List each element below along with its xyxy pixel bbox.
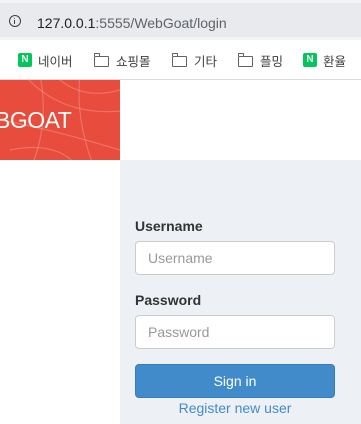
bookmark-folder-programming[interactable]: 플밍 bbox=[237, 51, 284, 69]
sign-in-button[interactable]: Sign in bbox=[135, 364, 335, 398]
bookmark-folder-shopping[interactable]: 쇼핑몰 bbox=[93, 51, 151, 69]
username-label: Username bbox=[135, 218, 203, 234]
browser-address-bar: 127.0.0.1:5555/WebGoat/login bbox=[0, 0, 361, 40]
folder-icon bbox=[237, 52, 253, 67]
bookmark-label: 플밍 bbox=[260, 54, 284, 69]
bookmark-exchange-rate[interactable]: N 환율 bbox=[303, 51, 346, 69]
bookmark-label: 기타 bbox=[194, 54, 218, 69]
folder-icon bbox=[93, 52, 109, 67]
bookmarks-bar: N 네이버 쇼핑몰 기타 플밍 N 환율 bbox=[0, 40, 361, 80]
omnibox[interactable]: 127.0.0.1:5555/WebGoat/login bbox=[0, 3, 361, 37]
naver-icon: N bbox=[18, 53, 32, 67]
bookmark-label: 환율 bbox=[323, 54, 347, 69]
header-bar bbox=[120, 80, 361, 160]
bookmark-folder-etc[interactable]: 기타 bbox=[171, 51, 218, 69]
bookmark-naver[interactable]: N 네이버 bbox=[18, 51, 73, 69]
left-panel bbox=[0, 160, 120, 424]
password-input[interactable] bbox=[135, 315, 335, 349]
register-new-user-link[interactable]: Register new user bbox=[135, 400, 335, 416]
url-text[interactable]: 127.0.0.1:5555/WebGoat/login bbox=[37, 15, 227, 31]
username-input[interactable] bbox=[135, 241, 335, 275]
url-host: 127.0.0.1 bbox=[37, 15, 96, 31]
naver-icon: N bbox=[303, 53, 317, 67]
folder-icon bbox=[171, 52, 187, 67]
logo-text: BGOAT bbox=[0, 107, 72, 133]
password-label: Password bbox=[135, 292, 202, 308]
bookmark-label: 네이버 bbox=[38, 54, 73, 69]
url-path: :5555/WebGoat/login bbox=[95, 15, 227, 31]
site-info-icon[interactable] bbox=[9, 15, 21, 27]
webgoat-logo[interactable]: BGOAT bbox=[0, 80, 120, 160]
bookmark-label: 쇼핑몰 bbox=[116, 54, 151, 69]
